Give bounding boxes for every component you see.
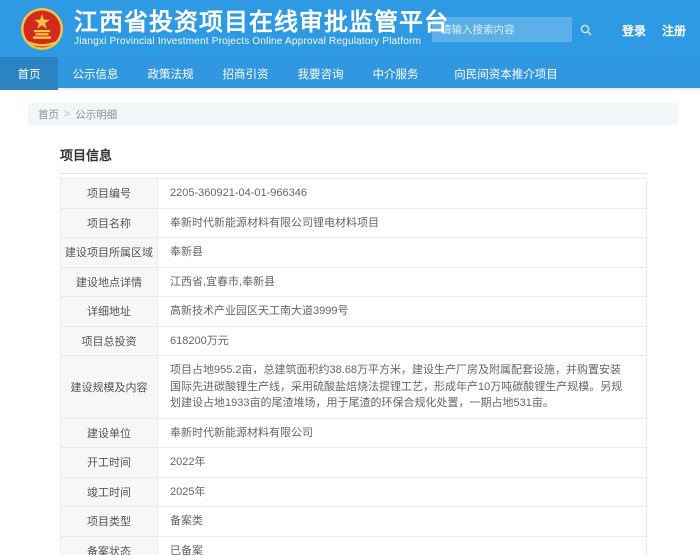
- nav-item-label: 我要咨询: [298, 66, 344, 82]
- row-value: 2022年: [158, 448, 646, 477]
- nav-item-label: 首页: [18, 66, 41, 82]
- table-row: 建设项目所属区域 奉新县: [61, 238, 646, 268]
- table-row: 开工时间 2022年: [61, 448, 646, 478]
- row-label: 备案状态: [61, 537, 158, 555]
- row-label: 项目名称: [61, 209, 158, 238]
- main-nav: 首页 公示信息 政策法规 招商引资 我要咨询 中介服务 向民间资本推介项目: [0, 57, 700, 90]
- table-row: 项目类型 备案类: [61, 507, 646, 537]
- nav-item-label: 公示信息: [73, 66, 119, 82]
- search-input[interactable]: [432, 17, 580, 42]
- nav-item-5[interactable]: 我要咨询: [283, 57, 358, 90]
- nav-item-1[interactable]: 首页: [0, 57, 58, 90]
- search-icon: [580, 24, 592, 36]
- row-label: 项目总投资: [61, 327, 158, 356]
- header-search: [432, 17, 572, 42]
- register-link[interactable]: 注册: [662, 22, 686, 39]
- table-row: 竣工时间 2025年: [61, 478, 646, 508]
- search-button[interactable]: [580, 17, 592, 42]
- table-row: 项目总投资 618200万元: [61, 327, 646, 357]
- site-subtitle: Jiangxi Provincial Investment Projects O…: [74, 36, 449, 48]
- row-label: 建设项目所属区域: [61, 238, 158, 267]
- row-label: 开工时间: [61, 448, 158, 477]
- nav-item-6[interactable]: 中介服务: [358, 57, 433, 90]
- nav-item-label: 中介服务: [373, 66, 419, 82]
- row-label: 详细地址: [61, 297, 158, 326]
- row-label: 建设单位: [61, 419, 158, 448]
- project-info-table: 项目编号 2205-360921-04-01-966346 项目名称 奉新时代新…: [60, 178, 647, 555]
- table-row: 建设规模及内容 项目占地955.2亩，总建筑面积约38.68万平方米，建设生产厂…: [61, 356, 646, 419]
- row-value: 江西省,宜春市,奉新县: [158, 268, 646, 297]
- table-row: 详细地址 高新技术产业园区天工南大道3999号: [61, 297, 646, 327]
- nav-item-label: 招商引资: [223, 66, 269, 82]
- breadcrumb-home[interactable]: 首页: [38, 107, 59, 122]
- row-value: 项目占地955.2亩，总建筑面积约38.68万平方米，建设生产厂房及附属配套设施…: [158, 356, 646, 418]
- row-value: 618200万元: [158, 327, 646, 356]
- national-emblem-logo: [20, 7, 64, 51]
- nav-item-4[interactable]: 招商引资: [208, 57, 283, 90]
- table-row: 建设单位 奉新时代新能源材料有限公司: [61, 419, 646, 449]
- row-value: 奉新县: [158, 238, 646, 267]
- nav-item-label: 向民间资本推介项目: [454, 66, 558, 82]
- page-title: 项目信息: [60, 145, 700, 160]
- nav-item-label: 政策法规: [148, 66, 194, 82]
- table-row: 备案状态 已备案: [61, 537, 646, 555]
- row-label: 项目编号: [61, 179, 158, 208]
- row-value: 高新技术产业园区天工南大道3999号: [158, 297, 646, 326]
- breadcrumb: 首页 > 公示明细: [28, 103, 678, 125]
- table-row: 项目名称 奉新时代新能源材料有限公司锂电材料项目: [61, 209, 646, 239]
- site-title-block: 江西省投资项目在线审批监管平台 Jiangxi Provincial Inves…: [74, 10, 449, 48]
- row-label: 建设地点详情: [61, 268, 158, 297]
- nav-item-3[interactable]: 政策法规: [133, 57, 208, 90]
- nav-item-2[interactable]: 公示信息: [58, 57, 133, 90]
- login-link[interactable]: 登录: [622, 22, 646, 39]
- site-header: 江西省投资项目在线审批监管平台 Jiangxi Provincial Inves…: [0, 0, 700, 57]
- auth-links: 登录 注册: [622, 22, 686, 39]
- breadcrumb-separator: >: [64, 108, 70, 120]
- breadcrumb-current: 公示明细: [75, 107, 117, 122]
- row-value: 已备案: [158, 537, 646, 555]
- site-title: 江西省投资项目在线审批监管平台: [74, 10, 449, 36]
- row-label: 建设规模及内容: [61, 356, 158, 418]
- row-value: 备案类: [158, 507, 646, 536]
- table-row: 项目编号 2205-360921-04-01-966346: [61, 179, 646, 209]
- row-value: 2025年: [158, 478, 646, 507]
- title-divider: [60, 173, 647, 174]
- nav-item-7[interactable]: 向民间资本推介项目: [433, 57, 579, 90]
- row-value: 2205-360921-04-01-966346: [158, 179, 646, 208]
- row-value: 奉新时代新能源材料有限公司: [158, 419, 646, 448]
- table-row: 建设地点详情 江西省,宜春市,奉新县: [61, 268, 646, 298]
- row-label: 竣工时间: [61, 478, 158, 507]
- row-label: 项目类型: [61, 507, 158, 536]
- row-value: 奉新时代新能源材料有限公司锂电材料项目: [158, 209, 646, 238]
